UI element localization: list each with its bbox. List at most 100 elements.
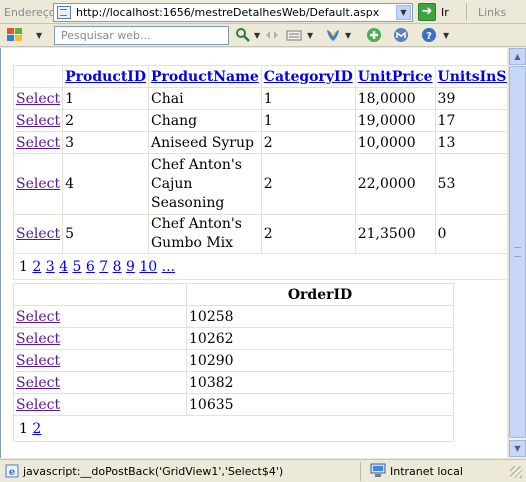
column-header[interactable]: ProductName — [148, 65, 262, 88]
select-link[interactable]: Select — [16, 226, 60, 242]
resize-grip[interactable] — [510, 466, 522, 478]
vertical-scrollbar[interactable]: ▲ ▼ — [508, 48, 526, 458]
help-icon[interactable]: ? — [421, 27, 437, 43]
column-header-orderid: OrderID — [186, 283, 454, 306]
windows-logo-icon[interactable] — [7, 28, 23, 42]
select-link[interactable]: Select — [16, 176, 60, 192]
pager-page-link[interactable]: 8 — [113, 259, 122, 275]
units-in-stock-cell: 13 — [434, 131, 507, 154]
url-dropdown-icon[interactable]: ▼ — [396, 5, 411, 20]
scroll-down-icon[interactable]: ▼ — [509, 440, 526, 457]
address-label: Endereço — [4, 6, 56, 19]
product-name-cell: Chef Anton's Cajun Seasoning — [148, 153, 262, 215]
unit-price-cell: 19,0000 — [354, 109, 436, 132]
table-row: Select 4 Chef Anton's Cajun Seasoning 2 … — [12, 153, 507, 215]
sort-link-categoryid[interactable]: CategoryID — [264, 69, 353, 85]
chevron-down-icon[interactable]: ▼ — [443, 31, 449, 40]
product-id-cell: 4 — [62, 153, 149, 215]
units-in-stock-cell: 53 — [434, 153, 507, 215]
chevron-down-icon[interactable]: ▼ — [307, 31, 313, 40]
product-name-cell: Chef Anton's Gumbo Mix — [148, 214, 262, 254]
product-name-cell: Chang — [148, 109, 262, 132]
select-link[interactable]: Select — [16, 397, 60, 413]
select-column-header — [13, 283, 187, 306]
select-link[interactable]: Select — [16, 375, 60, 391]
keyboard-icon[interactable] — [286, 27, 302, 43]
go-arrow-icon[interactable]: ➜ — [418, 3, 436, 21]
pager-page-link[interactable]: 9 — [126, 259, 135, 275]
pager-page-link[interactable]: 4 — [59, 259, 68, 275]
pager-page-link[interactable]: 7 — [99, 259, 108, 275]
select-link[interactable]: Select — [16, 91, 60, 107]
sort-link-unitprice[interactable]: UnitPrice — [358, 69, 433, 85]
column-header[interactable]: UnitsInStock — [434, 65, 507, 88]
order-id-cell: 10262 — [186, 327, 454, 350]
product-id-cell: 1 — [62, 87, 149, 110]
sort-link-unitsinstock[interactable]: UnitsInStock — [438, 69, 507, 85]
pager-page-link[interactable]: 10 — [139, 259, 157, 275]
pager-row: 1 2 — [13, 415, 454, 442]
sort-link-productname[interactable]: ProductName — [151, 69, 259, 85]
status-bar: e javascript:__doPostBack('GridView1','S… — [0, 459, 526, 482]
grid-header-row: OrderID — [13, 283, 454, 306]
scrollbar-thumb[interactable] — [509, 66, 526, 438]
column-header[interactable]: ProductID — [62, 65, 149, 88]
product-name-cell: Aniseed Syrup — [148, 131, 262, 154]
units-in-stock-cell: 17 — [434, 109, 507, 132]
pager-page-link[interactable]: 2 — [32, 259, 41, 275]
category-id-cell: 1 — [260, 87, 356, 110]
back-forward-icon[interactable] — [264, 27, 280, 43]
status-text: javascript:__doPostBack('GridView1','Sel… — [23, 465, 284, 478]
order-id-cell: 10258 — [186, 305, 454, 328]
pager-page-link[interactable]: 3 — [46, 259, 55, 275]
add-plus-icon[interactable] — [366, 27, 382, 43]
address-bar: Endereço http://localhost:1656/mestreDet… — [0, 0, 526, 24]
search-icon[interactable] — [235, 27, 251, 43]
order-id-cell: 10635 — [186, 393, 454, 416]
page-icon — [57, 6, 71, 19]
ie-page-icon: e — [5, 464, 19, 478]
sort-link-productid[interactable]: ProductID — [65, 69, 146, 85]
table-row: Select 2 Chang 1 19,0000 17 — [12, 109, 507, 132]
column-header[interactable]: UnitPrice — [354, 65, 436, 88]
mail-icon[interactable] — [393, 27, 409, 43]
links-button[interactable]: Links — [478, 6, 506, 19]
select-link[interactable]: Select — [16, 353, 60, 369]
table-row: Select 10262 — [13, 327, 454, 350]
pager-page-link[interactable]: 6 — [86, 259, 95, 275]
search-placeholder: Pesquisar web... — [61, 29, 151, 42]
category-id-cell: 1 — [260, 109, 356, 132]
unit-price-cell: 22,0000 — [354, 153, 436, 215]
table-row: Select 5 Chef Anton's Gumbo Mix 2 21,350… — [12, 214, 507, 254]
svg-text:e: e — [9, 467, 15, 478]
order-id-cell: 10290 — [186, 349, 454, 372]
unit-price-cell: 21,3500 — [354, 214, 436, 254]
search-toolbar: ▼ Pesquisar web... ▼ ▼ ▼ ? ▼ — [0, 24, 526, 47]
product-id-cell: 5 — [62, 214, 149, 254]
scroll-up-icon[interactable]: ▲ — [509, 48, 526, 65]
category-id-cell: 2 — [260, 153, 356, 215]
select-link[interactable]: Select — [16, 135, 60, 151]
table-row: Select 10290 — [13, 349, 454, 372]
units-in-stock-cell: 0 — [434, 214, 507, 254]
svg-text:?: ? — [426, 31, 432, 42]
select-link[interactable]: Select — [16, 331, 60, 347]
pager-current-page: 1 — [19, 420, 28, 437]
order-id-cell: 10382 — [186, 371, 454, 394]
category-id-cell: 2 — [260, 214, 356, 254]
select-link[interactable]: Select — [16, 113, 60, 129]
chevron-down-icon[interactable]: ▼ — [36, 31, 42, 40]
chevron-down-icon[interactable]: ▼ — [345, 31, 351, 40]
divider — [360, 462, 361, 481]
messenger-butterfly-icon[interactable] — [325, 27, 341, 43]
pager-page-link[interactable]: 2 — [32, 421, 41, 437]
pager-more-link[interactable]: ... — [162, 259, 175, 275]
select-link[interactable]: Select — [16, 309, 60, 325]
column-header[interactable]: CategoryID — [260, 65, 356, 88]
search-input[interactable]: Pesquisar web... — [54, 26, 229, 45]
pager-page-link[interactable]: 5 — [73, 259, 82, 275]
chevron-down-icon[interactable]: ▼ — [254, 31, 260, 40]
url-input[interactable]: http://localhost:1656/mestreDetalhesWeb/… — [53, 3, 413, 22]
go-button[interactable]: Ir — [441, 6, 449, 19]
product-id-cell: 3 — [62, 131, 149, 154]
